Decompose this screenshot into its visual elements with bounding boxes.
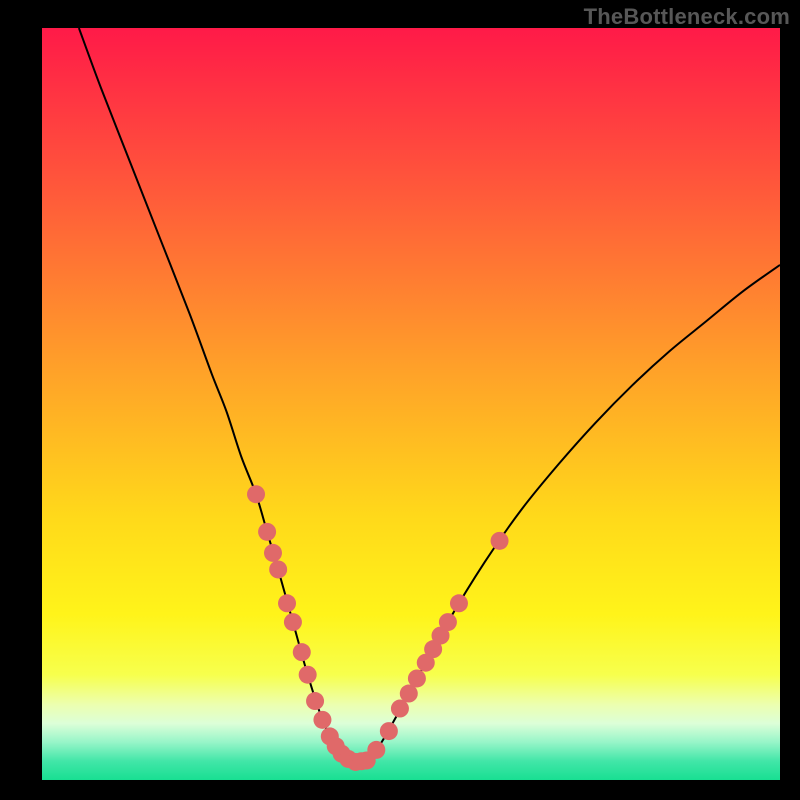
plot-area — [42, 28, 780, 780]
curve-marker — [306, 692, 324, 710]
watermark-text: TheBottleneck.com — [584, 4, 790, 30]
curve-marker — [439, 613, 457, 631]
curve-marker — [284, 613, 302, 631]
curve-marker — [258, 523, 276, 541]
curve-marker — [391, 700, 409, 718]
gradient-background — [42, 28, 780, 780]
curve-marker — [269, 560, 287, 578]
chart-frame: TheBottleneck.com — [0, 0, 800, 800]
curve-marker — [313, 711, 331, 729]
curve-marker — [380, 722, 398, 740]
curve-marker — [278, 594, 296, 612]
curve-marker — [367, 741, 385, 759]
curve-marker — [408, 669, 426, 687]
curve-marker — [293, 643, 311, 661]
curve-marker — [450, 594, 468, 612]
plot-svg — [42, 28, 780, 780]
curve-marker — [264, 544, 282, 562]
curve-marker — [299, 666, 317, 684]
curve-marker — [247, 485, 265, 503]
curve-marker — [491, 532, 509, 550]
